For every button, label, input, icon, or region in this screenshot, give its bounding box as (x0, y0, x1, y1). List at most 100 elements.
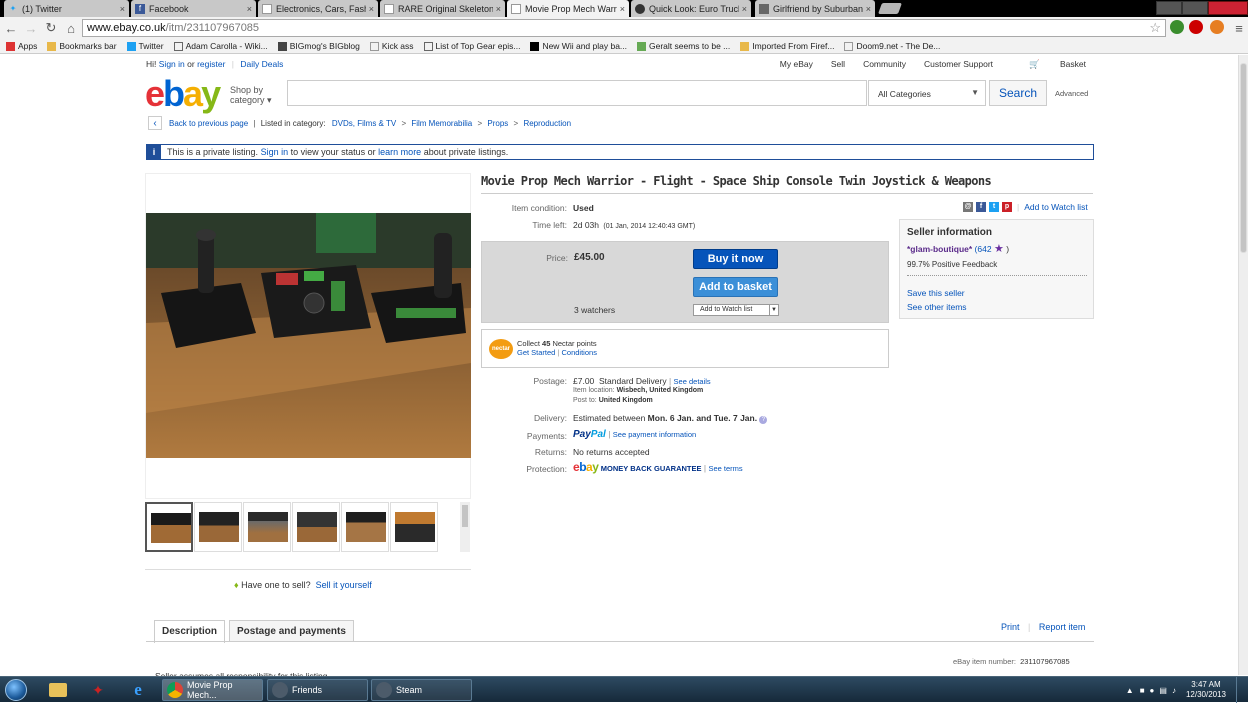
ebay-logo[interactable]: ebay (145, 76, 221, 112)
search-button[interactable]: Search (989, 80, 1047, 106)
pinterest-icon[interactable]: p (1002, 202, 1012, 212)
thumbnail[interactable] (390, 502, 438, 552)
network-icon[interactable]: ▤ (1159, 686, 1167, 695)
rog-icon[interactable]: ✦ (80, 679, 116, 701)
bookmark-geralt[interactable]: Geralt seems to be ... (637, 41, 730, 51)
close-icon[interactable]: × (620, 4, 625, 14)
close-icon[interactable]: × (496, 4, 501, 14)
buy-it-now-button[interactable]: Buy it now (693, 249, 778, 269)
browser-tab-facebook[interactable]: f Facebook × (131, 0, 256, 17)
scrollbar-thumb[interactable] (1240, 63, 1247, 253)
learn-more-link[interactable]: learn more (378, 147, 421, 157)
clock[interactable]: 3:47 AM 12/30/2013 (1186, 680, 1226, 700)
taskbar-steam[interactable]: Steam (371, 679, 472, 701)
close-icon[interactable]: × (369, 4, 374, 14)
scrollbar-thumb[interactable] (462, 505, 468, 527)
register-link[interactable]: register (197, 59, 225, 69)
see-terms-link[interactable]: See terms (708, 464, 742, 473)
search-input[interactable] (287, 80, 867, 106)
menu-icon[interactable]: ≡ (1230, 19, 1248, 37)
breadcrumb-item[interactable]: Reproduction (523, 119, 571, 128)
tray-expand-icon[interactable]: ▲ (1126, 686, 1134, 695)
shop-by-category[interactable]: Shop by category ▾ (230, 85, 272, 105)
minimize-button[interactable] (1156, 1, 1182, 15)
bookmark-wii[interactable]: New Wii and play ba... (530, 41, 627, 51)
advanced-search-link[interactable]: Advanced (1055, 89, 1088, 98)
taskbar-friends[interactable]: Friends (267, 679, 368, 701)
bookmark-kickass[interactable]: Kick ass (369, 41, 414, 51)
close-icon[interactable]: × (120, 4, 125, 14)
basket-link[interactable]: 🛒 Basket (1011, 59, 1086, 70)
add-to-watch-list-link[interactable]: Add to Watch list (1024, 202, 1087, 212)
thumbnail[interactable] (292, 502, 340, 552)
community-link[interactable]: Community (863, 59, 906, 70)
new-tab-button[interactable] (877, 3, 903, 14)
bookmark-star-icon[interactable]: ☆ (1149, 20, 1161, 36)
add-to-basket-button[interactable]: Add to basket (693, 277, 778, 297)
twitter-icon[interactable]: t (989, 202, 999, 212)
browser-tab-ebay-electronics[interactable]: Electronics, Cars, Fashion, × (258, 0, 378, 17)
bookmark-folder[interactable]: Bookmarks bar (47, 41, 117, 51)
tray-icon[interactable]: ● (1150, 686, 1155, 695)
seller-score-link[interactable]: (642 (975, 244, 992, 254)
main-product-image[interactable] (146, 213, 471, 458)
home-icon[interactable]: ⌂ (62, 19, 80, 37)
thumbnail[interactable] (243, 502, 291, 552)
nectar-conditions-link[interactable]: Conditions (562, 348, 597, 357)
breadcrumb-item[interactable]: Props (487, 119, 508, 128)
see-payment-info-link[interactable]: See payment information (613, 430, 696, 439)
forward-arrow-icon[interactable]: → (22, 19, 40, 37)
volume-icon[interactable]: ♪ (1172, 686, 1176, 695)
bookmark-imported[interactable]: Imported From Firef... (740, 41, 834, 51)
extension-flame-icon[interactable] (1210, 20, 1224, 34)
bookmark-blog[interactable]: BIGmog's BIGblog (277, 41, 360, 51)
close-window-button[interactable] (1208, 1, 1248, 15)
start-button[interactable] (5, 679, 27, 701)
email-icon[interactable]: @ (963, 202, 973, 212)
page-scrollbar[interactable] (1238, 55, 1248, 675)
sign-in-link[interactable]: Sign in (159, 59, 185, 69)
address-bar[interactable]: www.ebay.co.uk/itm/231107967085 ☆ (82, 19, 1166, 37)
browser-tab-ebay-skeleton[interactable]: RARE Original Skeleton X × (380, 0, 505, 17)
sell-link[interactable]: Sell (831, 59, 845, 70)
print-link[interactable]: Print (1001, 622, 1020, 632)
back-to-previous-link[interactable]: Back to previous page (169, 119, 248, 128)
daily-deals-link[interactable]: Daily Deals (240, 59, 283, 69)
tab-description[interactable]: Description (154, 620, 226, 643)
internet-explorer-icon[interactable]: e (120, 679, 156, 701)
reload-icon[interactable]: ↻ (42, 19, 60, 37)
close-icon[interactable]: × (866, 4, 871, 14)
close-icon[interactable]: × (742, 4, 747, 14)
extension-icon[interactable] (1170, 20, 1184, 34)
watch-list-select[interactable]: Add to Watch list ▼ (693, 304, 779, 316)
show-desktop-button[interactable] (1236, 677, 1248, 703)
my-ebay-link[interactable]: My eBay (780, 59, 813, 70)
thumbnail[interactable] (145, 502, 193, 552)
adblock-icon[interactable] (1189, 20, 1203, 34)
browser-tab-steam[interactable]: Quick Look: Euro Truck Si × (631, 0, 751, 17)
thumbnail-scrollbar[interactable] (460, 502, 470, 552)
browser-tab-twitter[interactable]: ✦ (1) Twitter × (4, 0, 129, 17)
seller-name-link[interactable]: *glam-boutique* (907, 244, 972, 254)
thumbnail[interactable] (341, 502, 389, 552)
bookmark-doom9[interactable]: Doom9.net - The De... (844, 41, 940, 51)
notice-sign-in-link[interactable]: Sign in (261, 147, 289, 157)
breadcrumb-item[interactable]: Film Memorabilia (411, 119, 472, 128)
bookmark-topgear[interactable]: List of Top Gear epis... (423, 41, 520, 51)
breadcrumb-item[interactable]: DVDs, Films & TV (332, 119, 396, 128)
sell-it-yourself-link[interactable]: Sell it yourself (316, 580, 372, 590)
browser-tab-active[interactable]: Movie Prop Mech Warrior × (507, 0, 629, 17)
category-select[interactable]: All Categories ▼ (868, 80, 986, 106)
save-seller-link[interactable]: Save this seller (907, 288, 965, 298)
nectar-get-started-link[interactable]: Get Started (517, 348, 555, 357)
explorer-icon[interactable] (40, 679, 76, 701)
close-icon[interactable]: × (247, 4, 252, 14)
facebook-icon[interactable]: f (976, 202, 986, 212)
report-item-link[interactable]: Report item (1039, 622, 1086, 632)
back-chevron-icon[interactable]: ‹ (148, 116, 162, 130)
taskbar-chrome[interactable]: Movie Prop Mech... (162, 679, 263, 701)
tab-postage-and-payments[interactable]: Postage and payments (229, 620, 354, 642)
tray-icon[interactable]: ■ (1140, 686, 1145, 695)
customer-support-link[interactable]: Customer Support (924, 59, 993, 70)
bookmark-wiki[interactable]: Adam Carolla - Wiki... (173, 41, 268, 51)
